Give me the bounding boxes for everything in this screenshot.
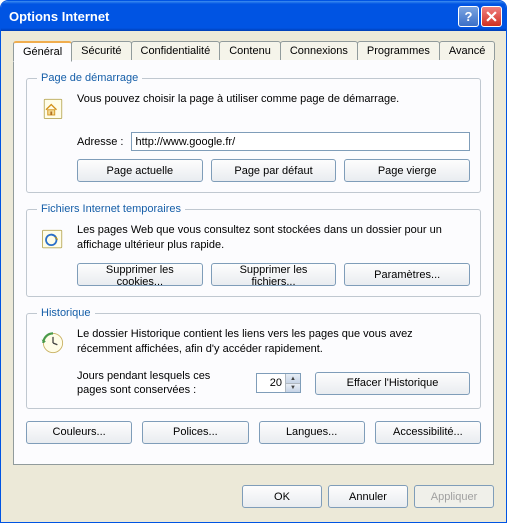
settings-button[interactable]: Paramètres... bbox=[344, 263, 470, 286]
help-button[interactable]: ? bbox=[458, 6, 479, 27]
history-desc: Le dossier Historique contient les liens… bbox=[77, 327, 470, 358]
ok-button[interactable]: OK bbox=[242, 485, 322, 508]
tab-advanced[interactable]: Avancé bbox=[439, 41, 496, 60]
dialog-button-row: OK Annuler Appliquer bbox=[1, 475, 506, 522]
close-button[interactable] bbox=[481, 6, 502, 27]
group-history: Historique Le dossier Historique contien… bbox=[26, 307, 481, 409]
default-page-button[interactable]: Page par défaut bbox=[211, 159, 337, 182]
accessibility-button[interactable]: Accessibilité... bbox=[375, 421, 481, 444]
group-tempfiles: Fichiers Internet temporaires Les pages … bbox=[26, 203, 481, 297]
bottom-button-row: Couleurs... Polices... Langues... Access… bbox=[26, 421, 481, 444]
tab-content[interactable]: Contenu bbox=[219, 41, 281, 60]
close-icon bbox=[486, 11, 497, 22]
history-days-label: Jours pendant lesquels ces pages sont co… bbox=[77, 369, 242, 398]
spinner-up[interactable]: ▲ bbox=[286, 374, 300, 384]
legend-history: Historique bbox=[37, 307, 95, 319]
home-icon bbox=[37, 92, 69, 124]
tab-general[interactable]: Général bbox=[13, 41, 72, 62]
delete-files-button[interactable]: Supprimer les fichiers... bbox=[211, 263, 337, 286]
tab-panel-general: Page de démarrage Vous pouvez choisir la… bbox=[13, 59, 494, 465]
fonts-button[interactable]: Polices... bbox=[142, 421, 248, 444]
client-area: Général Sécurité Confidentialité Contenu… bbox=[1, 31, 506, 475]
tab-security[interactable]: Sécurité bbox=[71, 41, 131, 60]
languages-button[interactable]: Langues... bbox=[259, 421, 365, 444]
titlebar: Options Internet ? bbox=[1, 1, 506, 31]
legend-startpage: Page de démarrage bbox=[37, 72, 142, 84]
tab-programs[interactable]: Programmes bbox=[357, 41, 440, 60]
tab-privacy[interactable]: Confidentialité bbox=[131, 41, 221, 60]
options-dialog: Options Internet ? Général Sécurité Conf… bbox=[0, 0, 507, 523]
blank-page-button[interactable]: Page vierge bbox=[344, 159, 470, 182]
colors-button[interactable]: Couleurs... bbox=[26, 421, 132, 444]
address-label: Adresse : bbox=[77, 136, 123, 148]
spinner-down[interactable]: ▼ bbox=[286, 384, 300, 393]
apply-button[interactable]: Appliquer bbox=[414, 485, 494, 508]
group-startpage: Page de démarrage Vous pouvez choisir la… bbox=[26, 72, 481, 193]
history-days-spinner: ▲ ▼ bbox=[256, 373, 301, 393]
clear-history-button[interactable]: Effacer l'Historique bbox=[315, 372, 470, 395]
history-icon bbox=[37, 327, 69, 359]
history-days-input[interactable] bbox=[257, 374, 285, 392]
legend-tempfiles: Fichiers Internet temporaires bbox=[37, 203, 185, 215]
tempfiles-desc: Les pages Web que vous consultez sont st… bbox=[77, 223, 470, 254]
startpage-desc: Vous pouvez choisir la page à utiliser c… bbox=[77, 92, 470, 107]
window-title: Options Internet bbox=[9, 9, 456, 24]
address-input[interactable] bbox=[131, 132, 470, 151]
current-page-button[interactable]: Page actuelle bbox=[77, 159, 203, 182]
tab-strip: Général Sécurité Confidentialité Contenu… bbox=[13, 39, 494, 59]
cancel-button[interactable]: Annuler bbox=[328, 485, 408, 508]
tempfiles-icon bbox=[37, 223, 69, 255]
delete-cookies-button[interactable]: Supprimer les cookies... bbox=[77, 263, 203, 286]
tab-connections[interactable]: Connexions bbox=[280, 41, 358, 60]
